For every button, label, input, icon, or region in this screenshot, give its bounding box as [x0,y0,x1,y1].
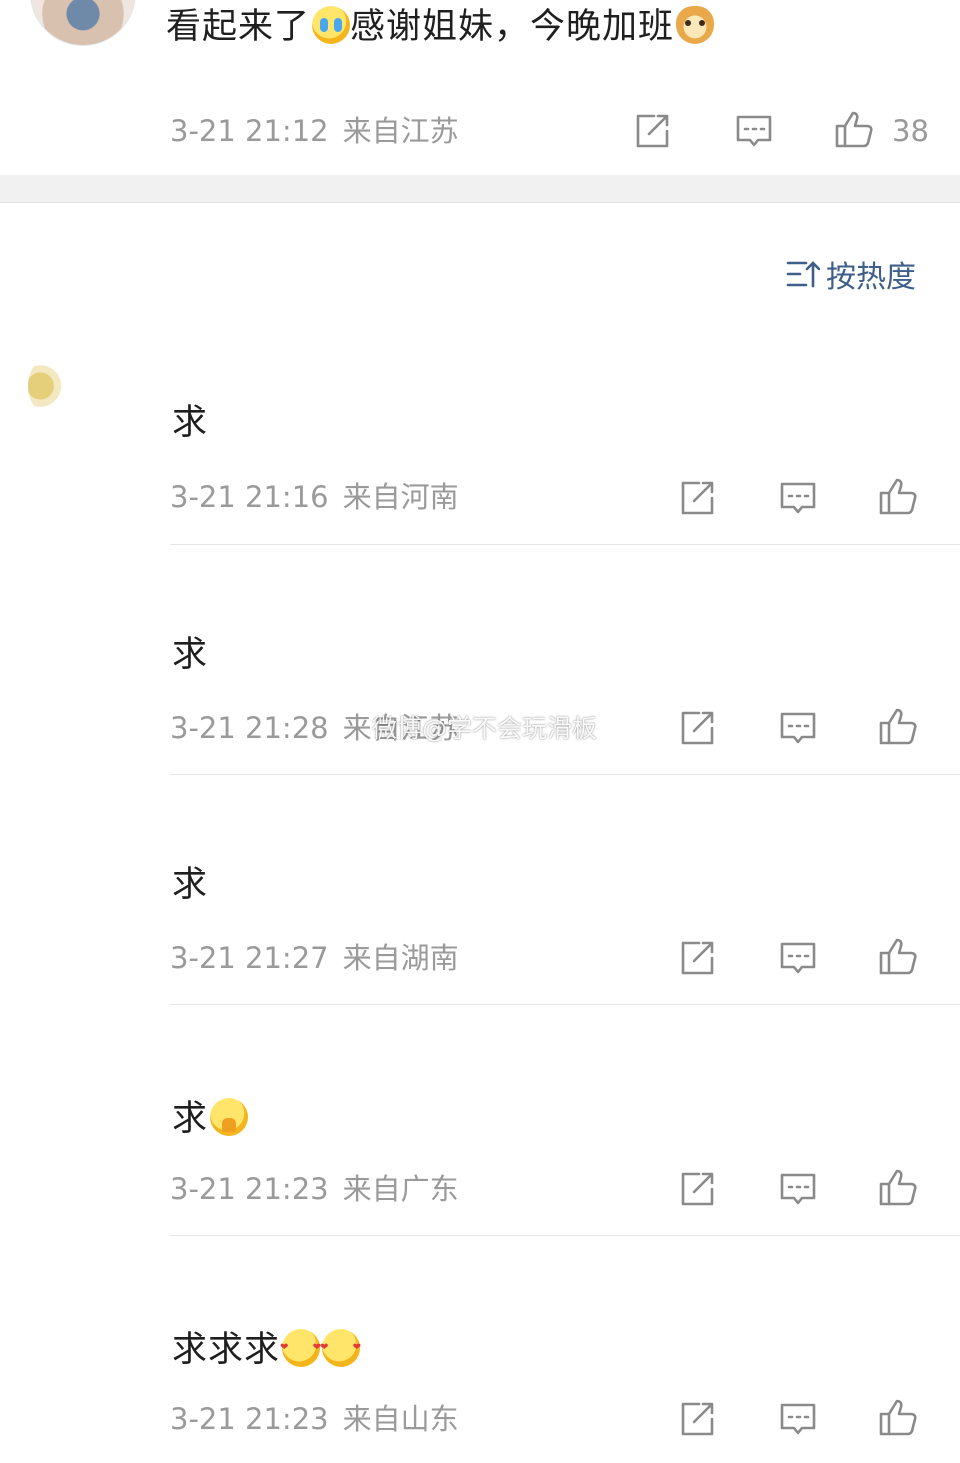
divider [170,544,960,545]
comment-text-part: 看起来了 [166,7,311,47]
doge-face-icon [676,6,715,44]
reply-meta: 3-21 21:23 来自广东 [170,1175,459,1204]
avatar[interactable] [30,0,136,46]
like-icon[interactable] [878,1167,918,1207]
reply-time: 3-21 21:28 [170,711,329,745]
reply-meta: 3-21 21:27 来自湖南 [170,944,459,973]
divider [170,1235,960,1236]
like-icon[interactable] [878,936,918,976]
crying-face-icon [312,6,351,44]
comment-icon[interactable] [778,1169,818,1209]
comment-text: 看起来了 感谢姐妹，今晚加班 [166,6,715,47]
divider [170,1004,960,1005]
like-icon[interactable] [834,109,874,149]
reply-time: 3-21 21:23 [170,1402,329,1436]
section-separator [0,175,960,203]
share-icon[interactable] [677,1169,717,1209]
comment-icon[interactable] [778,708,818,748]
comment-icon[interactable] [778,1399,818,1439]
reply-text: 求 [172,635,209,675]
like-count: 38 [892,114,929,148]
comment-text-part: 感谢姐妹，今晚加班 [350,7,675,47]
comment-meta: 3-21 21:12 来自江苏 [170,117,459,146]
love-face-icon [280,1329,322,1367]
sort-icon [786,258,820,290]
comment-time: 3-21 21:12 [170,114,329,148]
reply-location: 来自湖南 [342,941,459,975]
reply-time: 3-21 21:27 [170,941,329,975]
reply-location: 来自山东 [342,1402,459,1436]
avatar[interactable] [28,352,90,420]
reply-text: 求 [172,403,209,443]
reply-location: 来自广东 [342,1172,459,1206]
sort-toggle[interactable]: 按热度 [786,256,916,295]
reply-text: 求求求 [172,1329,362,1368]
like-icon[interactable] [878,706,918,746]
reply-meta: 3-21 21:16 来自河南 [170,483,459,512]
reply-text: 求 [172,865,209,905]
comment-icon[interactable] [778,478,818,518]
praying-face-icon [210,1098,249,1136]
reply-location: 来自河南 [342,480,459,514]
like-icon[interactable] [878,1397,918,1437]
share-icon[interactable] [677,708,717,748]
divider [170,774,960,775]
comment-icon[interactable] [734,111,774,151]
reply-meta: 3-21 21:23 来自山东 [170,1405,459,1434]
watermark: 微博@学不会玩滑板 [372,714,598,743]
sort-label: 按热度 [826,260,916,295]
reply-text: 求 [172,1098,249,1137]
share-icon[interactable] [632,111,672,151]
share-icon[interactable] [677,938,717,978]
share-icon[interactable] [677,1399,717,1439]
reply-time: 3-21 21:23 [170,1172,329,1206]
comment-location: 来自江苏 [342,114,459,148]
comment-icon[interactable] [778,938,818,978]
reply-time: 3-21 21:16 [170,480,329,514]
share-icon[interactable] [677,478,717,518]
like-icon[interactable] [878,476,918,516]
love-face-icon [320,1329,362,1367]
